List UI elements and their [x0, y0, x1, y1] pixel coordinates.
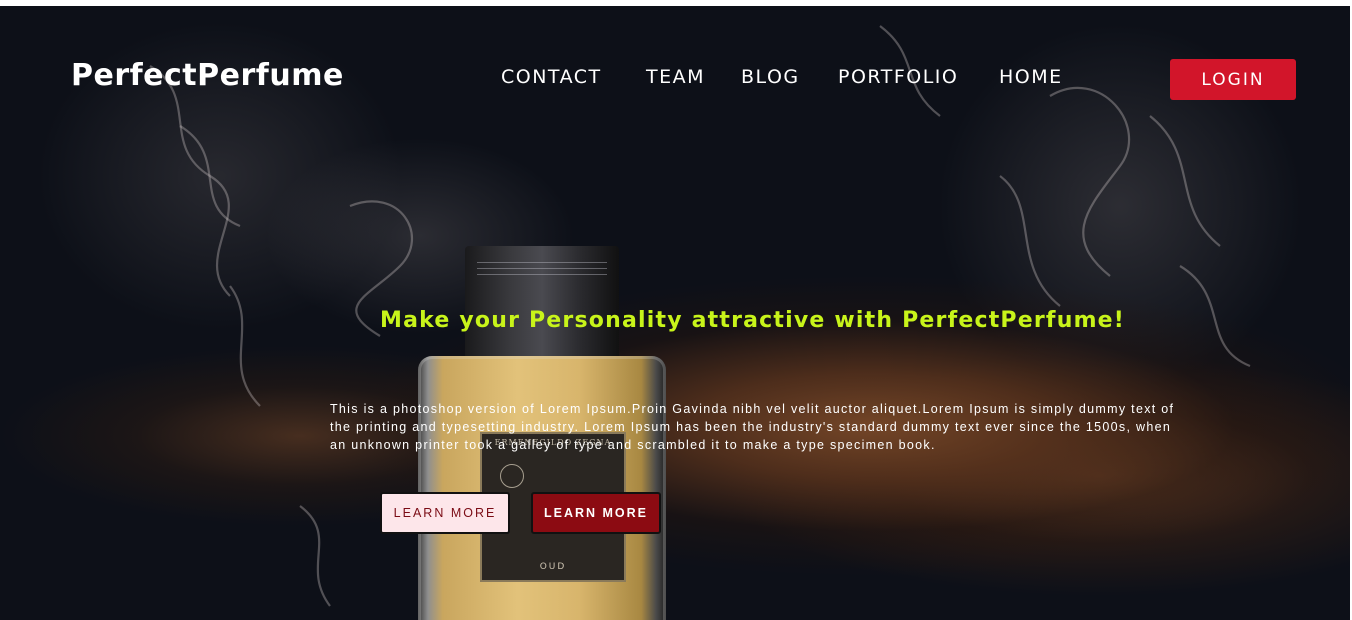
- hero-headline: Make your Personality attractive with Pe…: [380, 308, 1126, 333]
- bottle-cap: [465, 246, 619, 358]
- nav-link-team[interactable]: TEAM: [646, 66, 705, 88]
- page: ERMENEGILDO ZEGNA OUD PerfectPerfume CON…: [0, 0, 1352, 620]
- nav-link-blog[interactable]: BLOG: [741, 66, 800, 88]
- nav-link-contact[interactable]: CONTACT: [501, 66, 602, 88]
- bottle-emblem-icon: [500, 464, 524, 488]
- nav-link-home[interactable]: HOME: [999, 66, 1063, 88]
- nav-link-portfolio[interactable]: PORTFOLIO: [838, 66, 958, 88]
- bottle-label-name: OUD: [539, 562, 567, 572]
- learn-more-button-dark[interactable]: LEARN MORE: [531, 492, 661, 534]
- login-button[interactable]: LOGIN: [1170, 59, 1296, 100]
- site-logo[interactable]: PerfectPerfume: [71, 58, 344, 93]
- learn-more-button-light[interactable]: LEARN MORE: [380, 492, 510, 534]
- hero-description: This is a photoshop version of Lorem Ips…: [330, 402, 1175, 452]
